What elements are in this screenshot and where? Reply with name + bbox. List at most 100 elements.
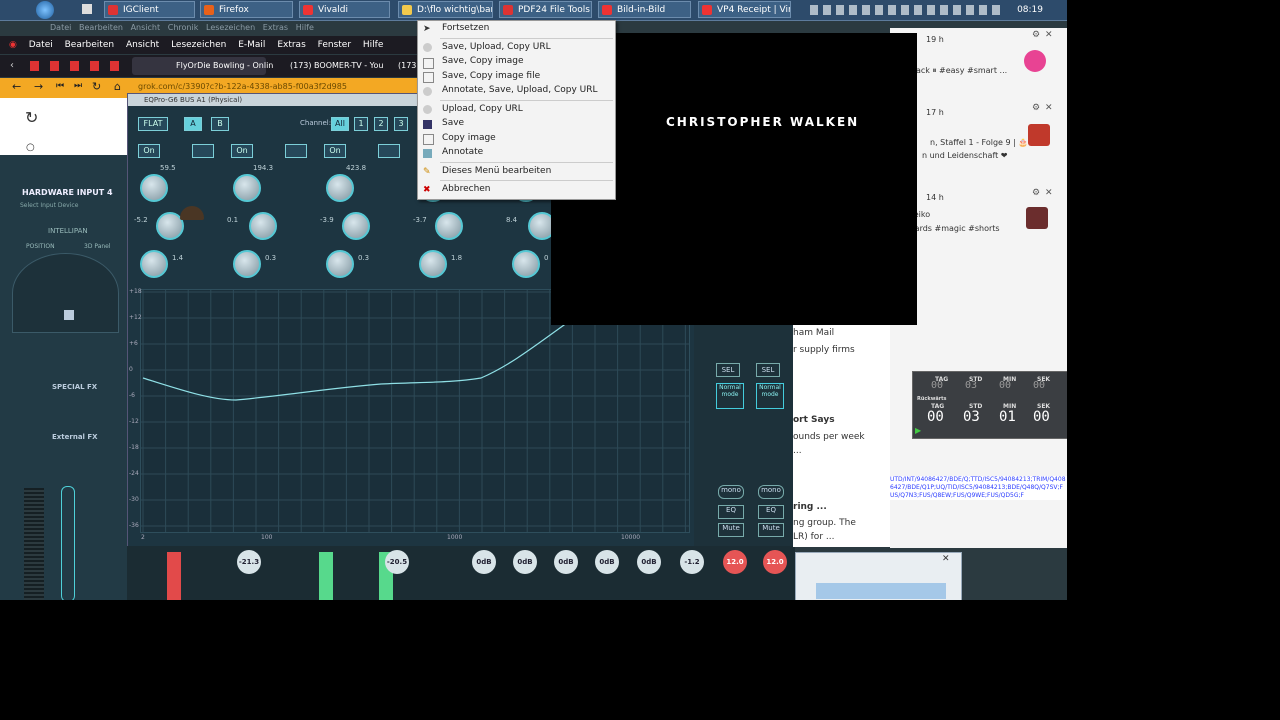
fader-knob[interactable]: 0dB [472, 550, 496, 574]
notif-thumbnail[interactable] [1028, 124, 1050, 146]
taskbar-tab-vp4[interactable]: VP4 Receipt | Virtu... [698, 1, 791, 18]
menu-ansicht[interactable]: Ansicht [126, 36, 159, 54]
menu-item-edit-menu[interactable]: Dieses Menü bearbeiten [442, 166, 551, 176]
link-text[interactable]: UTD/INT/94086427/BDE/Q;TTD/ISC5/94084213… [890, 476, 1067, 500]
article-line[interactable]: ring ... [793, 502, 827, 512]
tab-flyordie[interactable]: FlyOrDie Bowling - Onlin [132, 57, 273, 75]
channel-3-button[interactable]: 3 [394, 117, 408, 131]
fader-track[interactable] [61, 486, 75, 600]
band-gain-knob[interactable] [435, 212, 463, 240]
taskbar-tab-pip[interactable]: Bild-in-Bild [598, 1, 691, 18]
forward-icon[interactable]: → [34, 80, 43, 93]
menu-email[interactable]: E-Mail [238, 36, 265, 54]
menu-item-annotate-save-upload[interactable]: Annotate, Save, Upload, Copy URL [442, 85, 598, 95]
green-fader[interactable] [319, 552, 333, 600]
menu-item-abbrechen[interactable]: Abbrechen [442, 184, 491, 194]
preset-b-button[interactable]: B [211, 117, 229, 131]
pan-handle[interactable] [64, 310, 74, 320]
skip-forward-icon[interactable]: ⏭ [74, 81, 82, 91]
article-line[interactable]: ort Says [793, 415, 835, 425]
reload-icon[interactable]: ↻ [92, 80, 101, 93]
eq-button[interactable]: EQ [758, 505, 784, 519]
menu-fenster[interactable]: Fenster [318, 36, 351, 54]
red-fader[interactable] [167, 552, 181, 600]
normal-mode-button[interactable]: Normal mode [716, 383, 744, 409]
url-field[interactable]: grok.com/c/3390?c?b-122a-4338-ab85-f00a3… [138, 82, 347, 91]
gear-icon[interactable]: ⚙ [1032, 30, 1040, 40]
eq-graph[interactable]: +18 +12 +6 0 -6 -12 -18 -24 -30 -36 2 100 1000 10000 [129, 288, 690, 541]
desktop-icon[interactable] [82, 4, 92, 14]
fader-knob[interactable]: 0dB [513, 550, 537, 574]
preset-a-button[interactable]: A [184, 117, 202, 131]
channel-2-button[interactable]: 2 [374, 117, 388, 131]
band-on-button[interactable]: On [231, 144, 253, 158]
taskbar-tab-igclient[interactable]: IGClient [104, 1, 195, 18]
band-gain-knob[interactable] [249, 212, 277, 240]
band-freq-knob[interactable] [233, 174, 261, 202]
eq-button[interactable]: EQ [718, 505, 744, 519]
menu-bearbeiten[interactable]: Bearbeiten [65, 36, 114, 54]
skip-back-icon[interactable]: ⏮ [56, 81, 64, 91]
start-button[interactable] [36, 1, 54, 19]
back-tab-icon[interactable]: ‹ [10, 60, 14, 71]
mute-button[interactable]: Mute [718, 523, 744, 537]
band-shape-button[interactable] [192, 144, 214, 158]
band-q-knob[interactable] [233, 250, 261, 278]
menu-item-save-copy-image[interactable]: Save, Copy image [442, 56, 524, 66]
menu-datei[interactable]: Datei [29, 36, 53, 54]
band-q-knob[interactable] [326, 250, 354, 278]
panel-label[interactable]: 3D Panel [84, 243, 111, 250]
mute-button[interactable]: Mute [758, 523, 784, 537]
flat-button[interactable]: FLAT [138, 117, 168, 131]
close-icon[interactable]: ✕ [1045, 188, 1053, 198]
taskbar-tab-pdf24[interactable]: PDF24 File Tools [499, 1, 592, 18]
fader-knob[interactable]: 0dB [637, 550, 661, 574]
band-gain-knob[interactable] [342, 212, 370, 240]
band-q-knob[interactable] [512, 250, 540, 278]
band-shape-button[interactable] [378, 144, 400, 158]
fader-knob[interactable]: -1.2 [680, 550, 704, 574]
taskbar-tab-vivaldi[interactable]: Vivaldi [299, 1, 390, 18]
fader-knob[interactable]: 12.0 [723, 550, 747, 574]
close-icon[interactable]: ✕ [942, 554, 950, 564]
article-line[interactable]: ham Mail [793, 328, 834, 338]
menu-item-annotate[interactable]: Annotate [442, 147, 483, 157]
menu-extras[interactable]: Extras [277, 36, 305, 54]
mono-button[interactable]: mono [758, 485, 784, 499]
menu-item-upload-copy-url[interactable]: Upload, Copy URL [442, 104, 523, 114]
gear-icon[interactable]: ⚙ [1032, 103, 1040, 113]
clock[interactable]: 08:19 [1017, 0, 1043, 20]
channel-all-button[interactable]: All [331, 117, 349, 131]
band-q-knob[interactable] [419, 250, 447, 278]
tab-173[interactable]: (173) [392, 57, 420, 75]
tab-boomer-tv[interactable]: (173) BOOMER-TV - You [272, 57, 392, 75]
pan-pad[interactable] [12, 253, 119, 333]
fader-knob[interactable]: -21.3 [237, 550, 261, 574]
fader-knob[interactable]: 0dB [595, 550, 619, 574]
menu-lesezeichen[interactable]: Lesezeichen [171, 36, 226, 54]
fader-knob[interactable]: 0dB [554, 550, 578, 574]
close-icon[interactable]: ✕ [1045, 30, 1053, 40]
play-icon[interactable]: ▶ [915, 426, 921, 435]
select-input-label[interactable]: Select Input Device [20, 202, 78, 209]
sel-button[interactable]: SEL [756, 363, 780, 377]
sel-button[interactable]: SEL [716, 363, 740, 377]
band-on-button[interactable]: On [324, 144, 346, 158]
band-shape-button[interactable] [285, 144, 307, 158]
fader-knob[interactable]: 12.0 [763, 550, 787, 574]
band-on-button[interactable]: On [138, 144, 160, 158]
band-q-knob[interactable] [140, 250, 168, 278]
menu-hilfe[interactable]: Hilfe [363, 36, 383, 54]
channel-1-button[interactable]: 1 [354, 117, 368, 131]
fader-knob[interactable]: -20.5 [385, 550, 409, 574]
mono-button[interactable]: mono [718, 485, 744, 499]
band-freq-knob[interactable] [326, 174, 354, 202]
taskbar-tab-explorer[interactable]: D:\flo wichtig\ban... [398, 1, 493, 18]
gear-icon[interactable]: ⚙ [1032, 188, 1040, 198]
menu-item-save[interactable]: Save [442, 118, 464, 128]
tray-icons[interactable] [810, 5, 1000, 15]
notif-thumbnail[interactable] [1024, 50, 1046, 72]
back-icon[interactable]: ← [12, 80, 21, 93]
taskbar-tab-firefox[interactable]: Firefox [200, 1, 293, 18]
menu-item-copy-image[interactable]: Copy image [442, 133, 496, 143]
